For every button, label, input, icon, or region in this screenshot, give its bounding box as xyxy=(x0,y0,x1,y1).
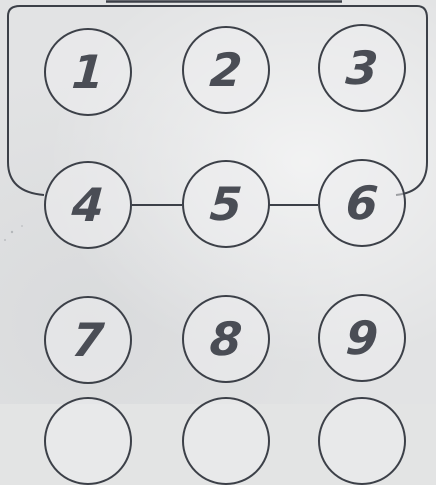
smudge-mark xyxy=(21,225,23,227)
key-7[interactable]: 7 xyxy=(44,296,132,384)
key-5[interactable]: 5 xyxy=(182,160,270,248)
key-9[interactable]: 9 xyxy=(318,294,406,382)
key-7-label: 7 xyxy=(70,313,106,367)
key-2-label: 2 xyxy=(208,43,244,97)
key-4-label: 4 xyxy=(70,178,106,232)
key-2[interactable]: 2 xyxy=(182,26,270,114)
key-1[interactable]: 1 xyxy=(44,28,132,116)
key-8[interactable]: 8 xyxy=(182,295,270,383)
smudge-mark xyxy=(10,230,14,234)
key-partial-left[interactable] xyxy=(44,397,132,485)
key-partial-right[interactable] xyxy=(318,397,406,485)
key-8-label: 8 xyxy=(208,312,244,366)
key-partial-middle[interactable] xyxy=(182,397,270,485)
key-4[interactable]: 4 xyxy=(44,161,132,249)
smudge-mark xyxy=(4,239,6,241)
key-6[interactable]: 6 xyxy=(318,159,406,247)
key-3-label: 3 xyxy=(344,41,380,95)
key-1-label: 1 xyxy=(70,45,106,99)
key-9-label: 9 xyxy=(344,311,380,365)
key-6-label: 6 xyxy=(344,176,380,230)
key-5-label: 5 xyxy=(208,177,244,231)
key-3[interactable]: 3 xyxy=(318,24,406,112)
